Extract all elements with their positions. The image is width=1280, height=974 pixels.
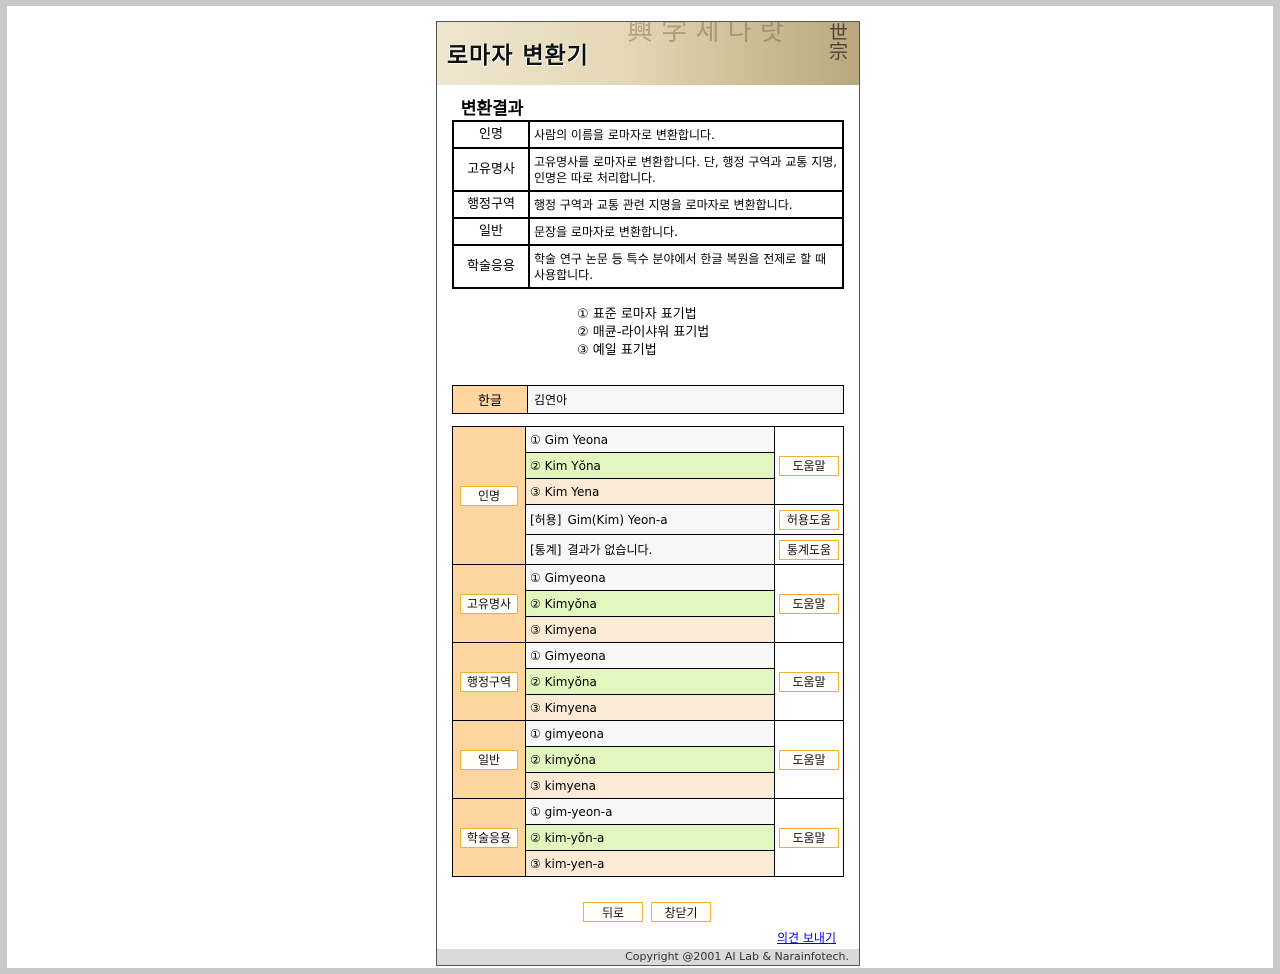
group-label-administrative[interactable]: 행정구역 (460, 671, 518, 692)
converter-panel: 興 字 세 나 랏 世 宗 로마자 변환기 변환결과 인명 사람의 이름을 로마… (436, 21, 860, 966)
group-label-person-name[interactable]: 인명 (460, 485, 518, 506)
hangul-input-row: 한글 김연아 (452, 385, 844, 414)
result-group-person-name: 인명 ① Gim Yeona ② Kim Yŏna ③ Kim Yena 도움말… (453, 427, 843, 564)
result-row-mccune: ② Kim Yŏna (526, 452, 774, 478)
description-text: 문장을 로마자로 변환합니다. (529, 218, 843, 245)
legend-item: ② 매큔-라이샤워 표기법 (577, 325, 710, 340)
result-row-mccune: ② kim-yŏn-a (526, 824, 774, 850)
help-button[interactable]: 도움말 (779, 455, 839, 476)
help-button[interactable]: 도움말 (779, 593, 839, 614)
copyright-footer: Copyright @2001 AI Lab & Narainfotech. (437, 949, 859, 965)
extra-tag: [허용] (530, 513, 562, 527)
page-title: 로마자 변환기 (447, 43, 589, 69)
result-row-mccune: ② Kimyŏna (526, 590, 774, 616)
section-title: 변환결과 (461, 99, 524, 119)
description-key: 고유명사 (453, 148, 529, 191)
description-text: 학술 연구 논문 등 특수 분야에서 한글 복원을 전제로 할 때 사용합니다. (529, 245, 843, 288)
description-row: 행정구역 행정 구역과 교통 관련 지명을 로마자로 변환합니다. (453, 191, 843, 218)
description-row: 일반 문장을 로마자로 변환합니다. (453, 218, 843, 245)
result-row-standard: ① Gim Yeona (526, 427, 774, 452)
group-label-proper-noun[interactable]: 고유명사 (460, 593, 518, 614)
group-label-general[interactable]: 일반 (460, 749, 518, 770)
feedback-link[interactable]: 의견 보내기 (777, 929, 836, 946)
result-row-standard: ① gimyeona (526, 721, 774, 746)
extra-tag: [통계] (530, 543, 562, 557)
result-row-yale: ③ Kimyena (526, 616, 774, 642)
help-button[interactable]: 도움말 (779, 827, 839, 848)
allowed-help-button[interactable]: 허용도움 (779, 509, 839, 530)
description-table: 인명 사람의 이름을 로마자로 변환합니다. 고유명사 고유명사를 로마자로 변… (452, 120, 844, 289)
extra-text: Gim(Kim) Yeon-a (567, 512, 668, 527)
result-extra-allowed: [허용] Gim(Kim) Yeon-a 허용도움 (526, 504, 843, 534)
result-group-academic: 학술응용 ① gim-yeon-a ② kim-yŏn-a ③ kim-yen-… (453, 798, 843, 876)
hangul-label: 한글 (453, 386, 528, 413)
group-label-academic[interactable]: 학술응용 (460, 827, 518, 848)
description-key: 학술응용 (453, 245, 529, 288)
description-key: 일반 (453, 218, 529, 245)
close-window-button[interactable]: 창닫기 (651, 902, 711, 922)
result-row-yale: ③ kim-yen-a (526, 850, 774, 876)
results-grid: 인명 ① Gim Yeona ② Kim Yŏna ③ Kim Yena 도움말… (452, 426, 844, 877)
description-key: 행정구역 (453, 191, 529, 218)
notation-legend: ① 표준 로마자 표기법 ② 매큔-라이샤워 표기법 ③ 예일 표기법 (577, 306, 709, 360)
result-row-standard: ① gim-yeon-a (526, 799, 774, 824)
legend-item: ① 표준 로마자 표기법 (577, 307, 697, 322)
result-row-standard: ① Gimyeona (526, 565, 774, 590)
result-group-administrative: 행정구역 ① Gimyeona ② Kimyŏna ③ Kimyena 도움말 (453, 642, 843, 720)
result-row-mccune: ② Kimyŏna (526, 668, 774, 694)
bottom-button-bar: 뒤로 창닫기 (583, 902, 711, 922)
result-row-yale: ③ Kimyena (526, 694, 774, 720)
description-text: 행정 구역과 교통 관련 지명을 로마자로 변환합니다. (529, 191, 843, 218)
description-text: 사람의 이름을 로마자로 변환합니다. (529, 121, 843, 148)
back-button[interactable]: 뒤로 (583, 902, 643, 922)
help-button[interactable]: 도움말 (779, 749, 839, 770)
result-row-yale: ③ Kim Yena (526, 478, 774, 504)
description-text: 고유명사를 로마자로 변환합니다. 단, 행정 구역과 교통 지명, 인명은 따… (529, 148, 843, 191)
result-extra-statistics: [통계] 결과가 없습니다. 통계도움 (526, 534, 843, 564)
result-row-mccune: ② kimyŏna (526, 746, 774, 772)
result-group-general: 일반 ① gimyeona ② kimyŏna ③ kimyena 도움말 (453, 720, 843, 798)
description-row: 인명 사람의 이름을 로마자로 변환합니다. (453, 121, 843, 148)
banner-calligraphy-left: 興 字 세 나 랏 (627, 22, 784, 47)
extra-text: 결과가 없습니다. (567, 543, 653, 557)
result-row-yale: ③ kimyena (526, 772, 774, 798)
banner-calligraphy-right: 世 宗 (829, 22, 849, 63)
browser-viewport: 興 字 세 나 랏 世 宗 로마자 변환기 변환결과 인명 사람의 이름을 로마… (7, 6, 1273, 968)
result-row-standard: ① Gimyeona (526, 643, 774, 668)
hangul-value: 김연아 (528, 386, 843, 413)
header-banner: 興 字 세 나 랏 世 宗 로마자 변환기 (437, 22, 859, 85)
statistics-help-button[interactable]: 통계도움 (779, 539, 839, 560)
help-button[interactable]: 도움말 (779, 671, 839, 692)
description-row: 고유명사 고유명사를 로마자로 변환합니다. 단, 행정 구역과 교통 지명, … (453, 148, 843, 191)
result-group-proper-noun: 고유명사 ① Gimyeona ② Kimyŏna ③ Kimyena 도움말 (453, 564, 843, 642)
description-row: 학술응용 학술 연구 논문 등 특수 분야에서 한글 복원을 전제로 할 때 사… (453, 245, 843, 288)
legend-item: ③ 예일 표기법 (577, 343, 657, 358)
description-key: 인명 (453, 121, 529, 148)
